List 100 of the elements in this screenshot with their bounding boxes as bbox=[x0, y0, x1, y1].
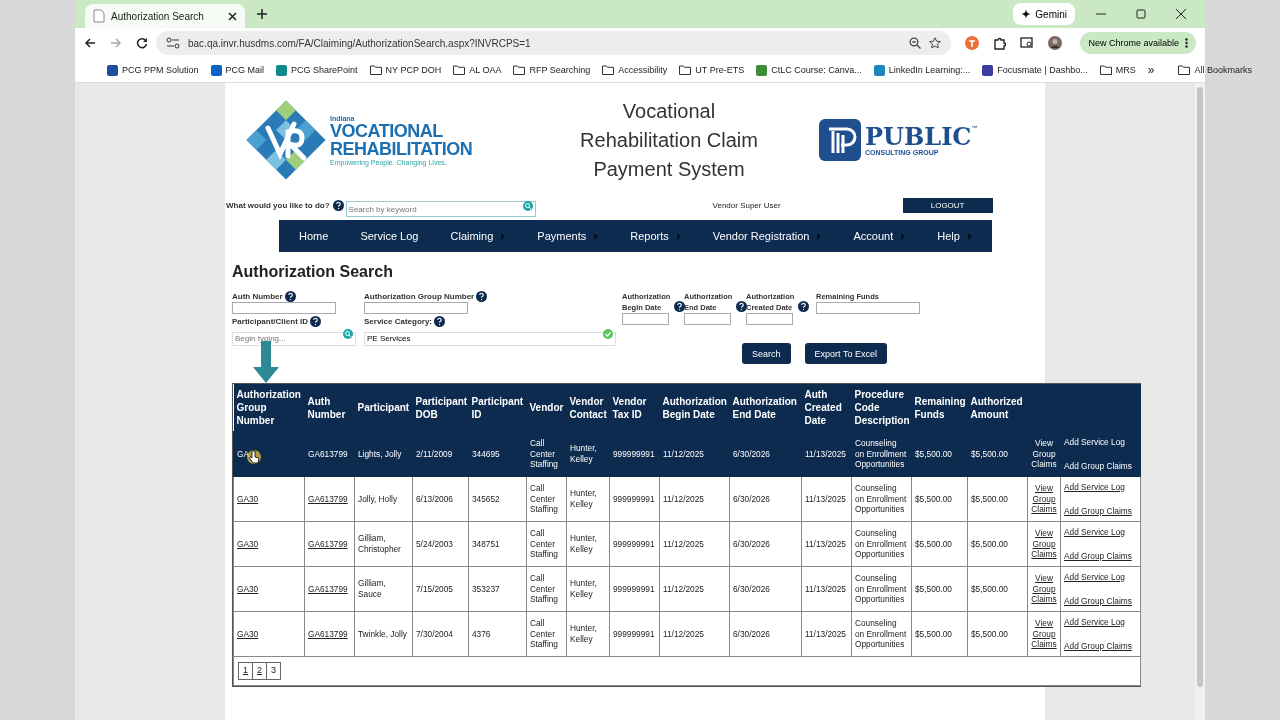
table-link[interactable]: Add Group Claims bbox=[1064, 595, 1137, 607]
system-title: Vocational Rehabilitation Claim Payment System bbox=[579, 98, 759, 182]
bookmark[interactable]: PCG Mail bbox=[210, 64, 265, 76]
nav-item[interactable]: Help bbox=[937, 230, 972, 242]
export-button[interactable]: Export To Excel bbox=[804, 343, 887, 364]
reload-icon[interactable] bbox=[136, 37, 148, 49]
help-icon[interactable] bbox=[674, 301, 685, 312]
table-link[interactable]: GA30 bbox=[237, 628, 259, 639]
menu-icon[interactable] bbox=[1185, 38, 1188, 48]
help-icon[interactable] bbox=[434, 316, 446, 327]
site-info-icon[interactable] bbox=[166, 37, 180, 49]
table-link[interactable]: GA30 bbox=[237, 493, 259, 504]
nav-item[interactable]: Home bbox=[299, 230, 329, 242]
table-link[interactable]: Add Group Claims bbox=[1064, 505, 1137, 517]
zoom-icon[interactable] bbox=[909, 37, 921, 49]
scrollbar-thumb[interactable] bbox=[1197, 87, 1203, 687]
caret-icon bbox=[594, 232, 599, 240]
browser-tab[interactable]: Authorization Search bbox=[85, 4, 245, 28]
table-link[interactable]: Add Service Log bbox=[1064, 616, 1137, 628]
star-icon[interactable] bbox=[929, 37, 941, 49]
nav-item[interactable]: Payments bbox=[537, 230, 599, 242]
help-icon[interactable] bbox=[798, 301, 809, 312]
table-link[interactable]: GA613799 bbox=[308, 448, 348, 459]
input-field[interactable] bbox=[364, 302, 468, 314]
table-link[interactable]: GA30 bbox=[237, 583, 259, 594]
search-field[interactable]: Search by keyword bbox=[345, 201, 536, 217]
table-cell: 999999991 bbox=[613, 583, 655, 594]
page-link[interactable]: 2 bbox=[253, 663, 268, 679]
table-cell: Twinkle, Jolly bbox=[358, 628, 407, 639]
close-icon[interactable] bbox=[1176, 9, 1186, 19]
nav-item[interactable]: Account bbox=[853, 230, 906, 242]
category-field[interactable]: PE Services bbox=[364, 331, 616, 346]
input-field[interactable] bbox=[816, 302, 920, 314]
maximize-icon[interactable] bbox=[1136, 9, 1146, 19]
table-link[interactable]: Add Group Claims bbox=[1064, 640, 1137, 652]
help-icon[interactable] bbox=[332, 200, 344, 211]
table-link[interactable]: Add Service Log bbox=[1064, 526, 1137, 538]
table-link[interactable]: Add Group Claims bbox=[1064, 550, 1137, 562]
puzzle-icon[interactable] bbox=[993, 36, 1006, 50]
search-icon[interactable] bbox=[343, 329, 353, 339]
back-icon[interactable] bbox=[84, 37, 96, 49]
logout-button[interactable]: LOGOUT bbox=[902, 198, 993, 213]
input-field[interactable] bbox=[746, 313, 793, 325]
input-field[interactable] bbox=[622, 313, 669, 325]
table-link[interactable]: GA613799 bbox=[308, 583, 348, 594]
update-button[interactable]: New Chrome available bbox=[1080, 32, 1196, 54]
table-cell: $5,500.00 bbox=[915, 538, 952, 549]
bookmark[interactable]: PCG SharePoint bbox=[276, 64, 358, 76]
bookmark[interactable]: NY PCP DOH bbox=[369, 65, 442, 75]
bookmark[interactable]: UT Pre-ETS bbox=[679, 65, 745, 75]
page-link[interactable]: 1 bbox=[239, 663, 253, 679]
nav-item[interactable]: Claiming bbox=[450, 230, 506, 242]
page-link[interactable]: 3 bbox=[267, 663, 281, 679]
help-icon[interactable] bbox=[736, 301, 747, 312]
more-bookmarks-button[interactable]: » bbox=[1147, 63, 1155, 77]
nav-item[interactable]: Reports bbox=[630, 230, 681, 242]
table-cell: Call Center Staffing bbox=[530, 572, 558, 605]
help-icon[interactable] bbox=[476, 291, 488, 302]
input-field[interactable] bbox=[232, 302, 336, 314]
address-bar[interactable]: bac.qa.invr.husdms.com/FA/Claiming/AuthorizationSearch.aspx?INVRCPS=1 bbox=[156, 31, 951, 55]
bookmark[interactable]: RFP Searching bbox=[513, 65, 591, 75]
gemini-button[interactable]: Gemini bbox=[1013, 3, 1075, 25]
help-icon[interactable] bbox=[310, 316, 321, 327]
table-link[interactable]: Add Group Claims bbox=[1064, 460, 1137, 472]
avatar-icon[interactable] bbox=[1048, 36, 1062, 50]
search-button[interactable]: Search bbox=[742, 343, 791, 364]
input-field[interactable] bbox=[684, 313, 731, 325]
close-icon[interactable] bbox=[228, 11, 237, 21]
search-icon[interactable] bbox=[522, 200, 533, 211]
table-row[interactable] bbox=[233, 521, 1141, 567]
table-link[interactable]: Add Service Log bbox=[1064, 436, 1137, 448]
nav-item[interactable]: Vendor Registration bbox=[712, 230, 822, 242]
bookmark[interactable]: PCG PPM Solution bbox=[107, 64, 199, 76]
new-tab-icon[interactable] bbox=[257, 9, 267, 19]
table-row[interactable] bbox=[233, 476, 1141, 522]
table-row[interactable] bbox=[233, 566, 1141, 612]
sparkle-icon bbox=[1021, 9, 1032, 19]
bookmark[interactable]: CtLC Course: Canva... bbox=[756, 64, 862, 76]
lookup-field[interactable]: Begin typing... bbox=[232, 331, 356, 346]
table-link[interactable]: GA30 bbox=[237, 538, 259, 549]
bookmark[interactable]: Focusmate | Dashbo... bbox=[982, 64, 1088, 76]
help-icon[interactable] bbox=[284, 291, 296, 302]
table-row[interactable] bbox=[233, 611, 1141, 657]
table-link[interactable]: Add Service Log bbox=[1064, 481, 1137, 493]
table-link[interactable]: GA bbox=[237, 448, 249, 459]
table-link[interactable]: GA613799 bbox=[308, 493, 348, 504]
table-row[interactable] bbox=[233, 431, 1141, 477]
bookmark[interactable]: Accessibility bbox=[602, 65, 668, 75]
table-link[interactable]: Add Service Log bbox=[1064, 571, 1137, 583]
bookmark[interactable]: MRS bbox=[1099, 65, 1136, 75]
bookmark[interactable]: AL OAA bbox=[453, 65, 502, 75]
table-link[interactable]: GA613799 bbox=[308, 538, 348, 549]
column-header: Remaining Funds bbox=[911, 384, 968, 432]
extension-icon[interactable] bbox=[965, 36, 979, 50]
bookmark[interactable]: LinkedIn Learning:... bbox=[873, 64, 971, 76]
nav-item[interactable]: Service Log bbox=[360, 230, 419, 242]
table-link[interactable]: GA613799 bbox=[308, 628, 348, 639]
tab-search-icon[interactable] bbox=[1020, 37, 1034, 49]
all-bookmarks-button[interactable]: All Bookmarks bbox=[1178, 65, 1252, 75]
table-cell: 6/30/2026 bbox=[733, 628, 770, 639]
